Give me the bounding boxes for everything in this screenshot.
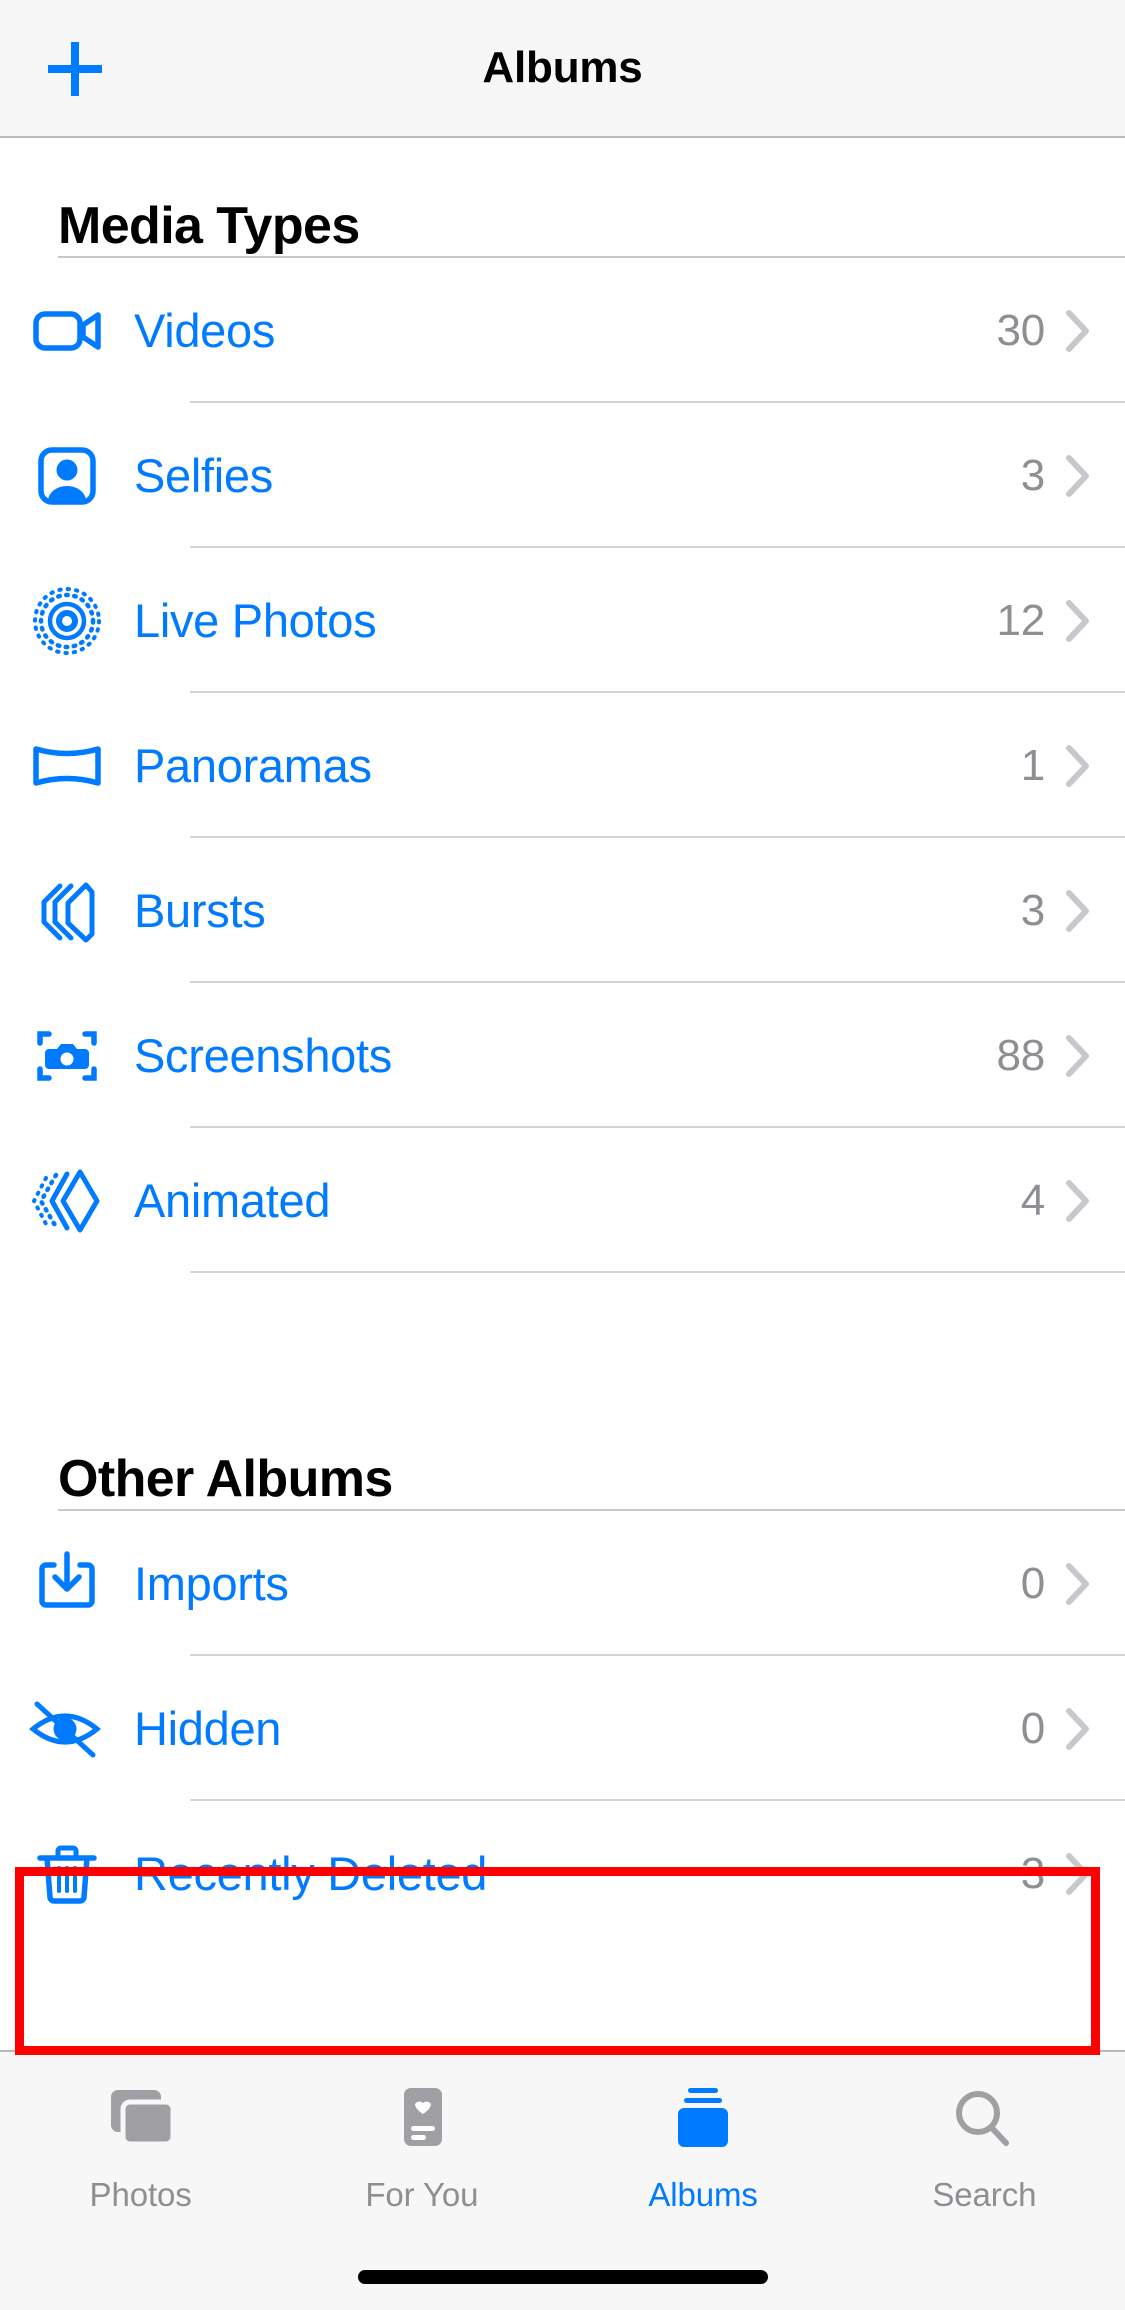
home-indicator [357, 2270, 768, 2284]
list-item-count: 0 [1020, 1703, 1045, 1753]
tab-search[interactable]: Search [844, 2052, 1125, 2310]
person-portrait-icon [0, 439, 134, 513]
albums-stack-icon [665, 2078, 741, 2166]
list-item-label: Panoramas [134, 739, 372, 792]
list-item-count: 0 [1020, 1558, 1045, 1608]
list-item-label: Live Photos [134, 594, 377, 647]
chevron-right-icon [1065, 309, 1125, 353]
screenshot-icon [0, 1019, 134, 1093]
tab-label: Albums [648, 2176, 758, 2213]
list-item-count: 3 [1020, 450, 1045, 500]
list-item-count: 4 [1020, 1175, 1045, 1225]
list-item-count: 30 [996, 305, 1045, 355]
section-header-media-types: Media Types [0, 138, 1125, 256]
live-photo-icon [0, 584, 134, 658]
list-item-count: 1 [1020, 740, 1045, 790]
import-tray-icon [0, 1547, 134, 1621]
list-item-label: Recently Deleted [134, 1847, 488, 1900]
list-item-label: Animated [134, 1174, 331, 1227]
list-item[interactable]: Bursts 3 [0, 838, 1125, 983]
list-item-label: Screenshots [134, 1029, 392, 1082]
list-item-label: Videos [134, 304, 276, 357]
chevron-right-icon [1065, 889, 1125, 933]
list-item-count: 3 [1020, 885, 1045, 935]
trash-icon [0, 1837, 134, 1911]
tab-photos[interactable]: Photos [0, 2052, 281, 2310]
tab-label: For You [365, 2176, 479, 2213]
list-item-count: 3 [1020, 1848, 1045, 1898]
chevron-right-icon [1065, 454, 1125, 498]
chevron-right-icon [1065, 744, 1125, 788]
section-header-other-albums: Other Albums [0, 1391, 1125, 1509]
list-item[interactable]: Imports 0 [0, 1511, 1125, 1656]
navigation-bar: Albums [0, 0, 1125, 138]
section-title: Other Albums [58, 1450, 393, 1508]
list-item-label: Selfies [134, 449, 273, 502]
tab-label: Photos [89, 2176, 192, 2213]
chevron-right-icon [1065, 1034, 1125, 1078]
list-item[interactable]: Live Photos 12 [0, 548, 1125, 693]
list-item-label: Bursts [134, 884, 266, 937]
list-item[interactable]: Hidden 0 [0, 1656, 1125, 1801]
section-title: Media Types [58, 197, 360, 255]
list-item-label: Hidden [134, 1702, 282, 1755]
list-item[interactable]: Panoramas 1 [0, 693, 1125, 838]
page-title: Albums [482, 43, 643, 92]
tab-bar: Photos For You Albums Search [0, 2050, 1125, 2310]
tab-label: Search [932, 2176, 1037, 2213]
list-item-label: Imports [134, 1557, 289, 1610]
list-item-count: 12 [996, 595, 1045, 645]
photos-stack-icon [99, 2078, 183, 2166]
eye-slash-icon [0, 1692, 134, 1766]
list-item[interactable]: Videos 30 [0, 258, 1125, 403]
list-item-count: 88 [996, 1030, 1045, 1080]
chevron-right-icon [1065, 1562, 1125, 1606]
list-item[interactable]: Screenshots 88 [0, 983, 1125, 1128]
albums-list: Media Types Videos 30 Selfies 3 Live Pho… [0, 138, 1125, 2050]
row-separator [190, 1271, 1125, 1273]
list-item-recently-deleted[interactable]: Recently Deleted 3 [0, 1801, 1125, 1946]
magnifier-icon [946, 2078, 1022, 2166]
burst-stack-icon [0, 874, 134, 948]
video-camera-icon [0, 294, 134, 368]
chevron-right-icon [1065, 599, 1125, 643]
photos-albums-screen: Albums Media Types Videos 30 Selfies 3 L… [0, 0, 1125, 2310]
list-item[interactable]: Animated 4 [0, 1128, 1125, 1273]
list-item[interactable]: Selfies 3 [0, 403, 1125, 548]
chevron-right-icon [1065, 1179, 1125, 1223]
chevron-right-icon [1065, 1852, 1125, 1896]
panorama-icon [0, 729, 134, 803]
animated-icon [0, 1164, 134, 1238]
chevron-right-icon [1065, 1707, 1125, 1751]
for-you-card-icon [384, 2078, 460, 2166]
